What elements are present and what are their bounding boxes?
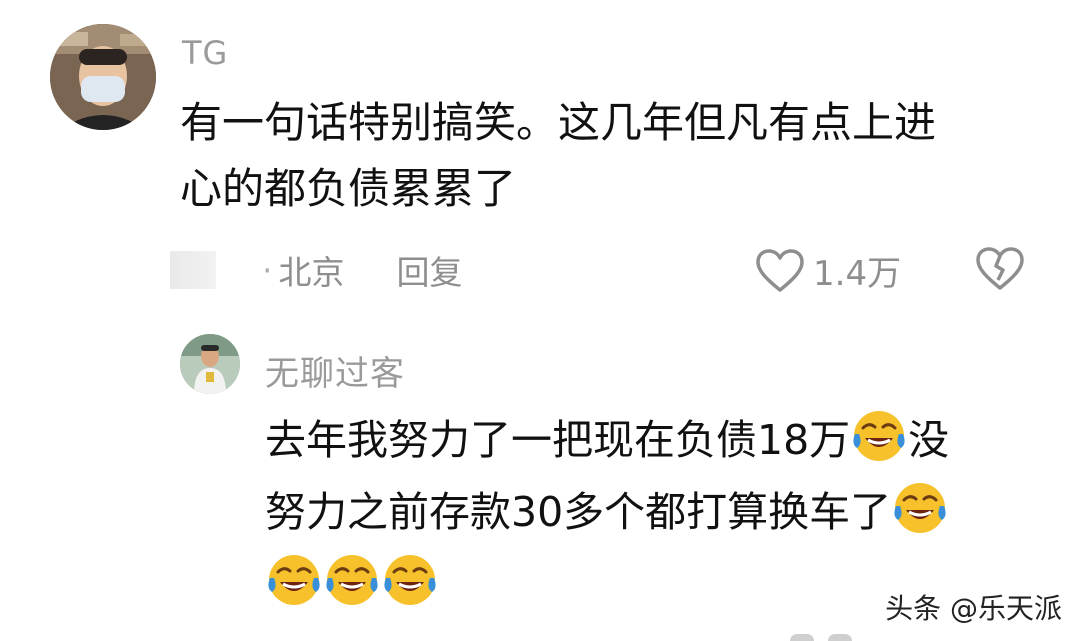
avatar-photo xyxy=(50,24,156,130)
reply-body: 去年我努力了一把现在负债18万 没 努力之前存款30多个都打算换车了 xyxy=(265,404,949,620)
dislike-button[interactable] xyxy=(975,246,1025,296)
watermark: 头条 @乐天派 xyxy=(885,592,1062,625)
reply-avatar[interactable] xyxy=(180,334,240,394)
laughing-crying-emoji-icon xyxy=(853,411,905,461)
reply-line: 努力之前存款30多个都打算换车了 xyxy=(265,476,949,548)
comment-meta: · 北京 回复 xyxy=(170,248,463,292)
broken-heart-icon xyxy=(976,247,1024,290)
comment-line: 心的都负债累累了 xyxy=(180,164,517,213)
comment-username[interactable]: TG xyxy=(182,34,228,72)
reply-text: 努力之前存款30多个都打算换车了 xyxy=(265,488,892,536)
comment-body: 有一句话特别搞笑。这几年但凡有点上进 心的都负债累累了 xyxy=(180,90,936,222)
reply-text: 没 xyxy=(908,416,950,464)
heart-outline-icon xyxy=(756,248,804,292)
laughing-crying-emoji-icon xyxy=(894,483,946,533)
reply-button[interactable]: 回复 xyxy=(397,246,463,294)
laughing-crying-emoji-icon xyxy=(326,555,378,605)
meta-separator: · xyxy=(262,250,273,290)
laughing-crying-emoji-icon xyxy=(268,555,320,605)
laughing-crying-emoji-icon xyxy=(384,555,436,605)
cropped-icon xyxy=(790,634,814,641)
like-count: 1.4万 xyxy=(813,254,902,294)
comment-location: 北京 xyxy=(278,253,345,292)
reply-line xyxy=(265,548,949,620)
like-button[interactable]: 1.4万 xyxy=(755,246,901,295)
user-avatar[interactable] xyxy=(50,24,156,130)
cropped-icon xyxy=(828,634,852,641)
reply-username[interactable]: 无聊过客 xyxy=(265,346,405,395)
comment-line: 有一句话特别搞笑。这几年但凡有点上进 xyxy=(180,98,937,147)
reply-line: 去年我努力了一把现在负债18万 没 xyxy=(265,404,949,476)
cropped-icons xyxy=(790,634,870,641)
avatar-photo xyxy=(180,334,240,394)
reply-text: 去年我努力了一把现在负债18万 xyxy=(265,416,851,464)
redacted-timestamp xyxy=(170,251,216,289)
